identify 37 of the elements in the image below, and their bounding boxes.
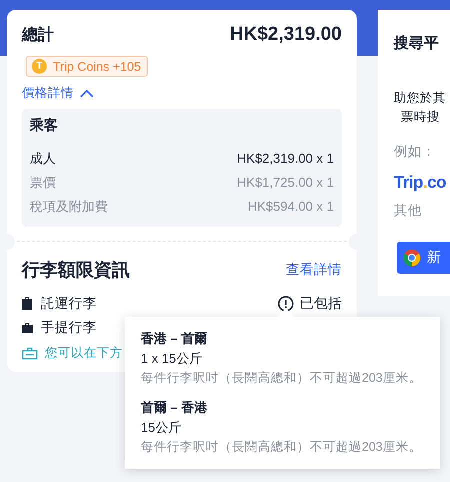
bag-icon (22, 322, 33, 334)
example-label: 例如： (394, 143, 437, 161)
total-price: HK$2,319.00 (230, 24, 342, 46)
allowance-text: 1 x 15公斤 (141, 350, 204, 368)
browser-icon (403, 249, 421, 267)
panel-title: 搜尋平 (394, 34, 440, 53)
route-title: 首爾 – 香港 (141, 399, 208, 417)
add-extension-button[interactable]: 新 (397, 242, 450, 274)
description-text: 助您於其 (394, 90, 447, 107)
coin-icon: T (32, 59, 47, 74)
luggage-add-icon (22, 347, 38, 360)
size-rule-text: 每件行李呎吋（長闊高總和）不可超過203厘米。 (141, 370, 423, 387)
price-details-link[interactable]: 價格詳情 (22, 85, 94, 102)
other-label: 其他 (394, 202, 423, 220)
chevron-icon (80, 89, 94, 98)
fare-label: 票價 (30, 174, 56, 192)
coins-text: Trip Coins +105 (53, 60, 142, 74)
baggage-title: 行李額限資訊 (22, 259, 130, 282)
fare-label: 成人 (30, 150, 56, 168)
suitcase-icon (22, 297, 33, 311)
baggage-label: 手提行李 (41, 319, 97, 337)
fare-label: 稅項及附加費 (30, 198, 108, 216)
info-icon (278, 296, 294, 312)
baggage-label: 託運行李 (41, 295, 97, 313)
description-text: 票時搜 (400, 109, 441, 126)
baggage-note: 您可以在下方 (45, 345, 123, 362)
fare-amount: HK$1,725.00 x 1 (237, 174, 334, 192)
route-title: 香港 – 首爾 (141, 330, 208, 348)
allowance-text: 15公斤 (141, 419, 182, 437)
fare-amount: HK$594.00 x 1 (248, 198, 334, 216)
passenger-heading: 乘客 (30, 117, 59, 135)
fare-amount: HK$2,319.00 x 1 (237, 150, 334, 168)
total-label: 總計 (22, 25, 54, 46)
view-details-link[interactable]: 查看詳情 (286, 261, 342, 279)
included-status: 已包括 (300, 295, 342, 313)
size-rule-text: 每件行李呎吋（長闊高總和）不可超過203厘米。 (141, 439, 423, 456)
trip-logo: Trip.co (394, 173, 448, 193)
